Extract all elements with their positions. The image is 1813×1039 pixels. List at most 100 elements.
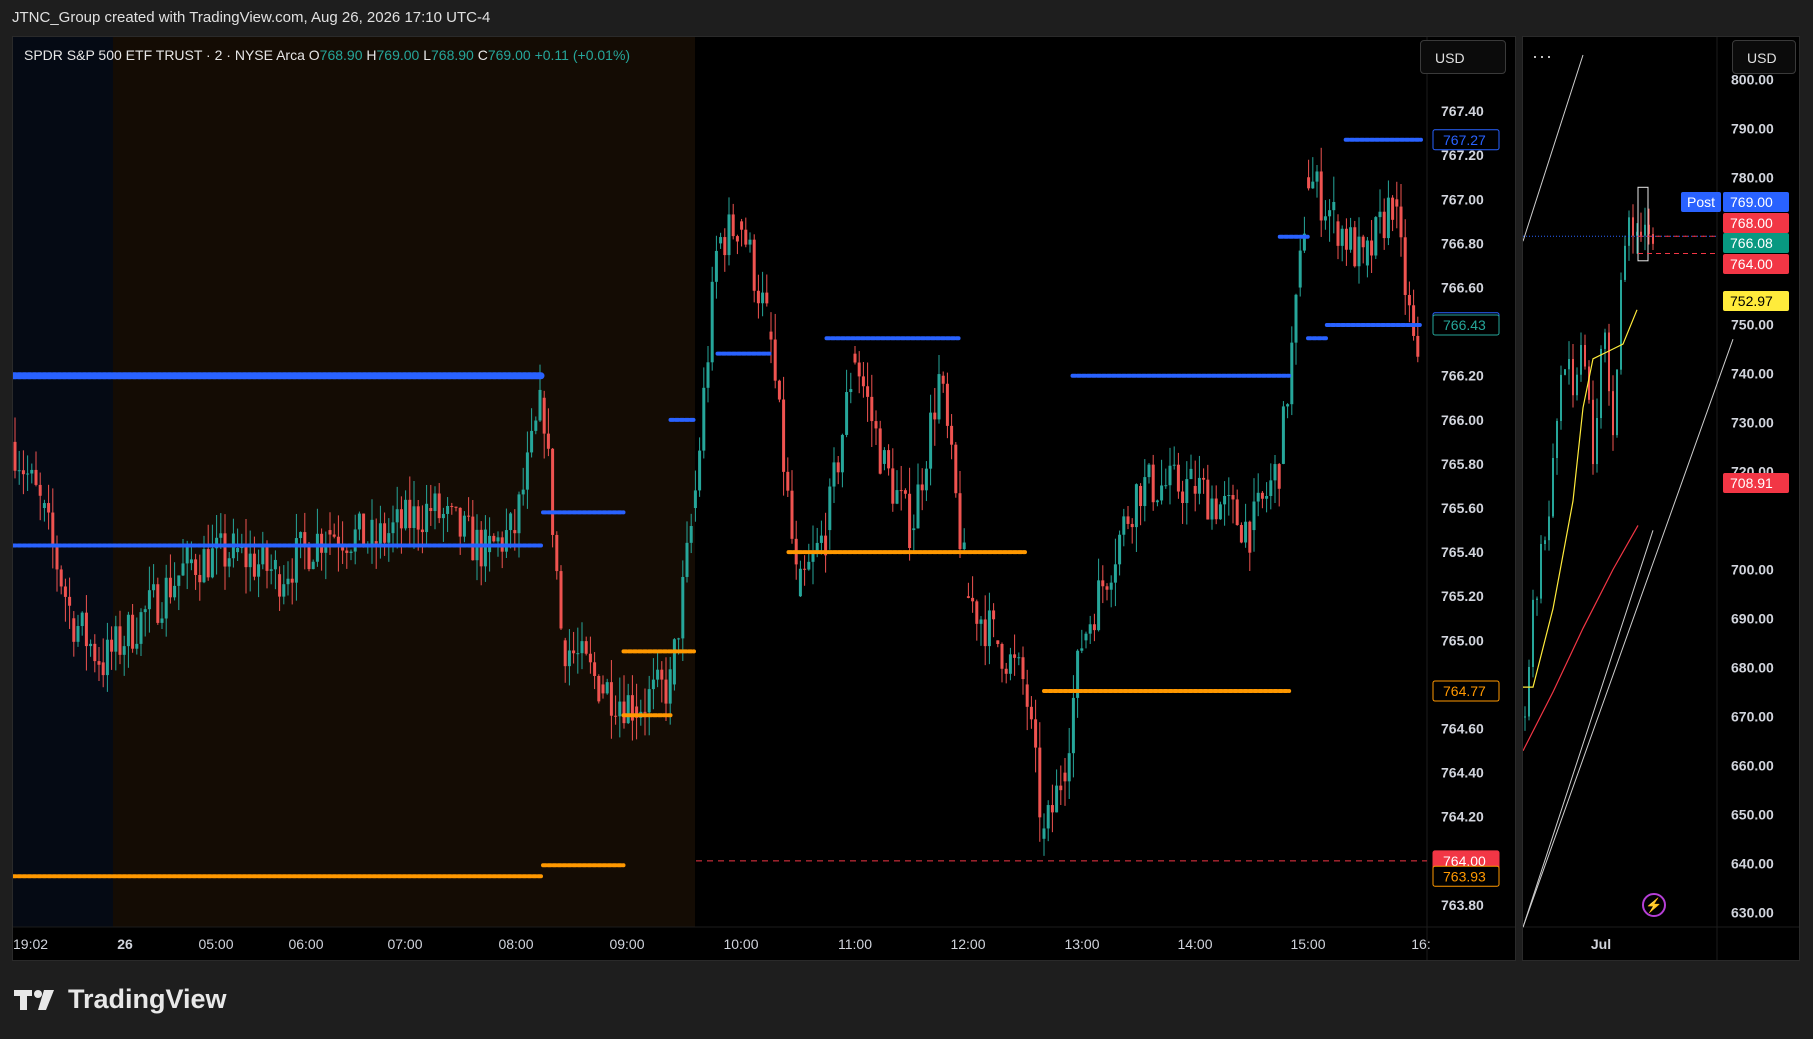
candle-body [668,669,672,704]
price-label: 763.93 [1443,868,1486,884]
intraday-chart-panel[interactable]: 767.40 767.20 767.00 766.80 766.60 766.20 766.… [9,36,1516,961]
side-price-label: 708.91 [1730,475,1773,491]
daily-chart-svg[interactable]: 800.00790.00780.00750.00740.00730.00720.… [1522,37,1799,960]
tradingview-brand: TradingView [14,984,227,1015]
candle-body [164,577,168,619]
daily-candle-body [1528,666,1530,717]
daily-candle-body [1556,420,1558,458]
candle-body [727,214,731,256]
candle-body [714,250,718,282]
candle-body [962,542,966,550]
candle-body [777,380,781,400]
candle-body [1122,516,1126,535]
daily-chart-panel[interactable]: 800.00 790.00 780.00 750.00 740.00 730.00 720.… [1522,36,1800,961]
daily-candle-body [1532,599,1534,667]
candle-body [387,533,391,543]
candle-body [1134,484,1138,528]
daily-candle-body [1568,359,1570,370]
candle-body [1386,197,1390,239]
candle-body [345,550,349,553]
candle-body [1021,657,1025,680]
candle-body [147,590,151,610]
more-options-icon[interactable]: ··· [1532,46,1553,67]
side-y-tick-label: 680.00 [1731,660,1774,676]
daily-candle-body [1604,332,1606,349]
candle-body [752,239,756,291]
candle-body [1336,221,1340,246]
daily-candle-body [1564,369,1566,375]
y-tick-label: 764.20 [1441,809,1484,825]
x-tick-label: 12:00 [950,936,985,952]
candle-body [244,545,248,568]
candle-body [1286,404,1290,407]
candle-body [479,529,483,567]
currency-button-main[interactable]: USD [1420,40,1506,74]
candle-body [206,549,210,578]
candle-body [38,484,42,496]
side-y-tick-label: 690.00 [1731,611,1774,627]
candle-body [1269,480,1273,497]
price-label: 766.43 [1443,317,1486,333]
candle-body [1193,485,1197,494]
candle-body [803,568,807,570]
candle-body [941,375,945,384]
candle-body [723,237,727,256]
x-tick-label: 09:00 [609,936,644,952]
candle-body [702,387,706,451]
candle-body [135,643,139,649]
candle-body [832,462,836,487]
candle-body [173,585,177,598]
candle-body [735,236,739,242]
side-x-tick-label: Jul [1591,936,1611,952]
candle-body [1206,479,1210,520]
intraday-chart-svg[interactable]: 767.40767.20767.00766.80766.60766.20766.… [9,37,1515,960]
daily-candle-body [1548,516,1550,541]
candle-body [105,639,109,676]
candle-body [181,563,185,576]
candle-body [588,653,592,663]
candle-body [404,499,408,529]
candle-body [80,612,84,627]
candle-body [681,576,685,639]
candle-body [483,529,487,567]
candle-body [349,551,353,553]
candle-body [798,568,802,597]
candle-body [357,513,361,530]
candle-body [790,490,794,539]
candle-body [114,626,118,652]
candle-body [198,574,202,583]
candle-body [1340,228,1344,246]
candle-body [618,701,622,717]
y-tick-label: 765.20 [1441,588,1484,604]
candle-body [929,412,933,469]
daily-candle-body [1536,598,1538,600]
legend-high: 769.00 [376,47,420,63]
candle-body [950,425,954,445]
candle-body [252,553,256,577]
daily-candle-body [1540,543,1542,599]
candle-body [219,533,223,538]
x-tick-label: 15:00 [1290,936,1325,952]
candle-body [954,444,958,494]
candle-body [1055,785,1059,813]
candle-body [1000,644,1004,669]
candle-body [236,547,240,553]
side-y-tick-label: 630.00 [1731,905,1774,921]
candle-body [744,229,748,245]
candle-body [1277,464,1281,489]
candle-body [1239,525,1243,543]
channel-lower-line [1522,339,1734,928]
candle-body [1139,485,1143,507]
candle-body [416,506,420,530]
candle-body [97,661,101,665]
candle-body [353,529,357,552]
currency-button-side[interactable]: USD [1732,40,1796,74]
candle-body [849,389,853,393]
lightning-icon[interactable]: ⚡ [1642,893,1666,917]
candle-body [278,574,282,597]
candle-body [559,571,563,629]
candle-body [1164,485,1168,487]
candle-body [1143,477,1147,507]
tradingview-logo-icon [14,989,54,1010]
daily-candle-body [1544,540,1546,544]
